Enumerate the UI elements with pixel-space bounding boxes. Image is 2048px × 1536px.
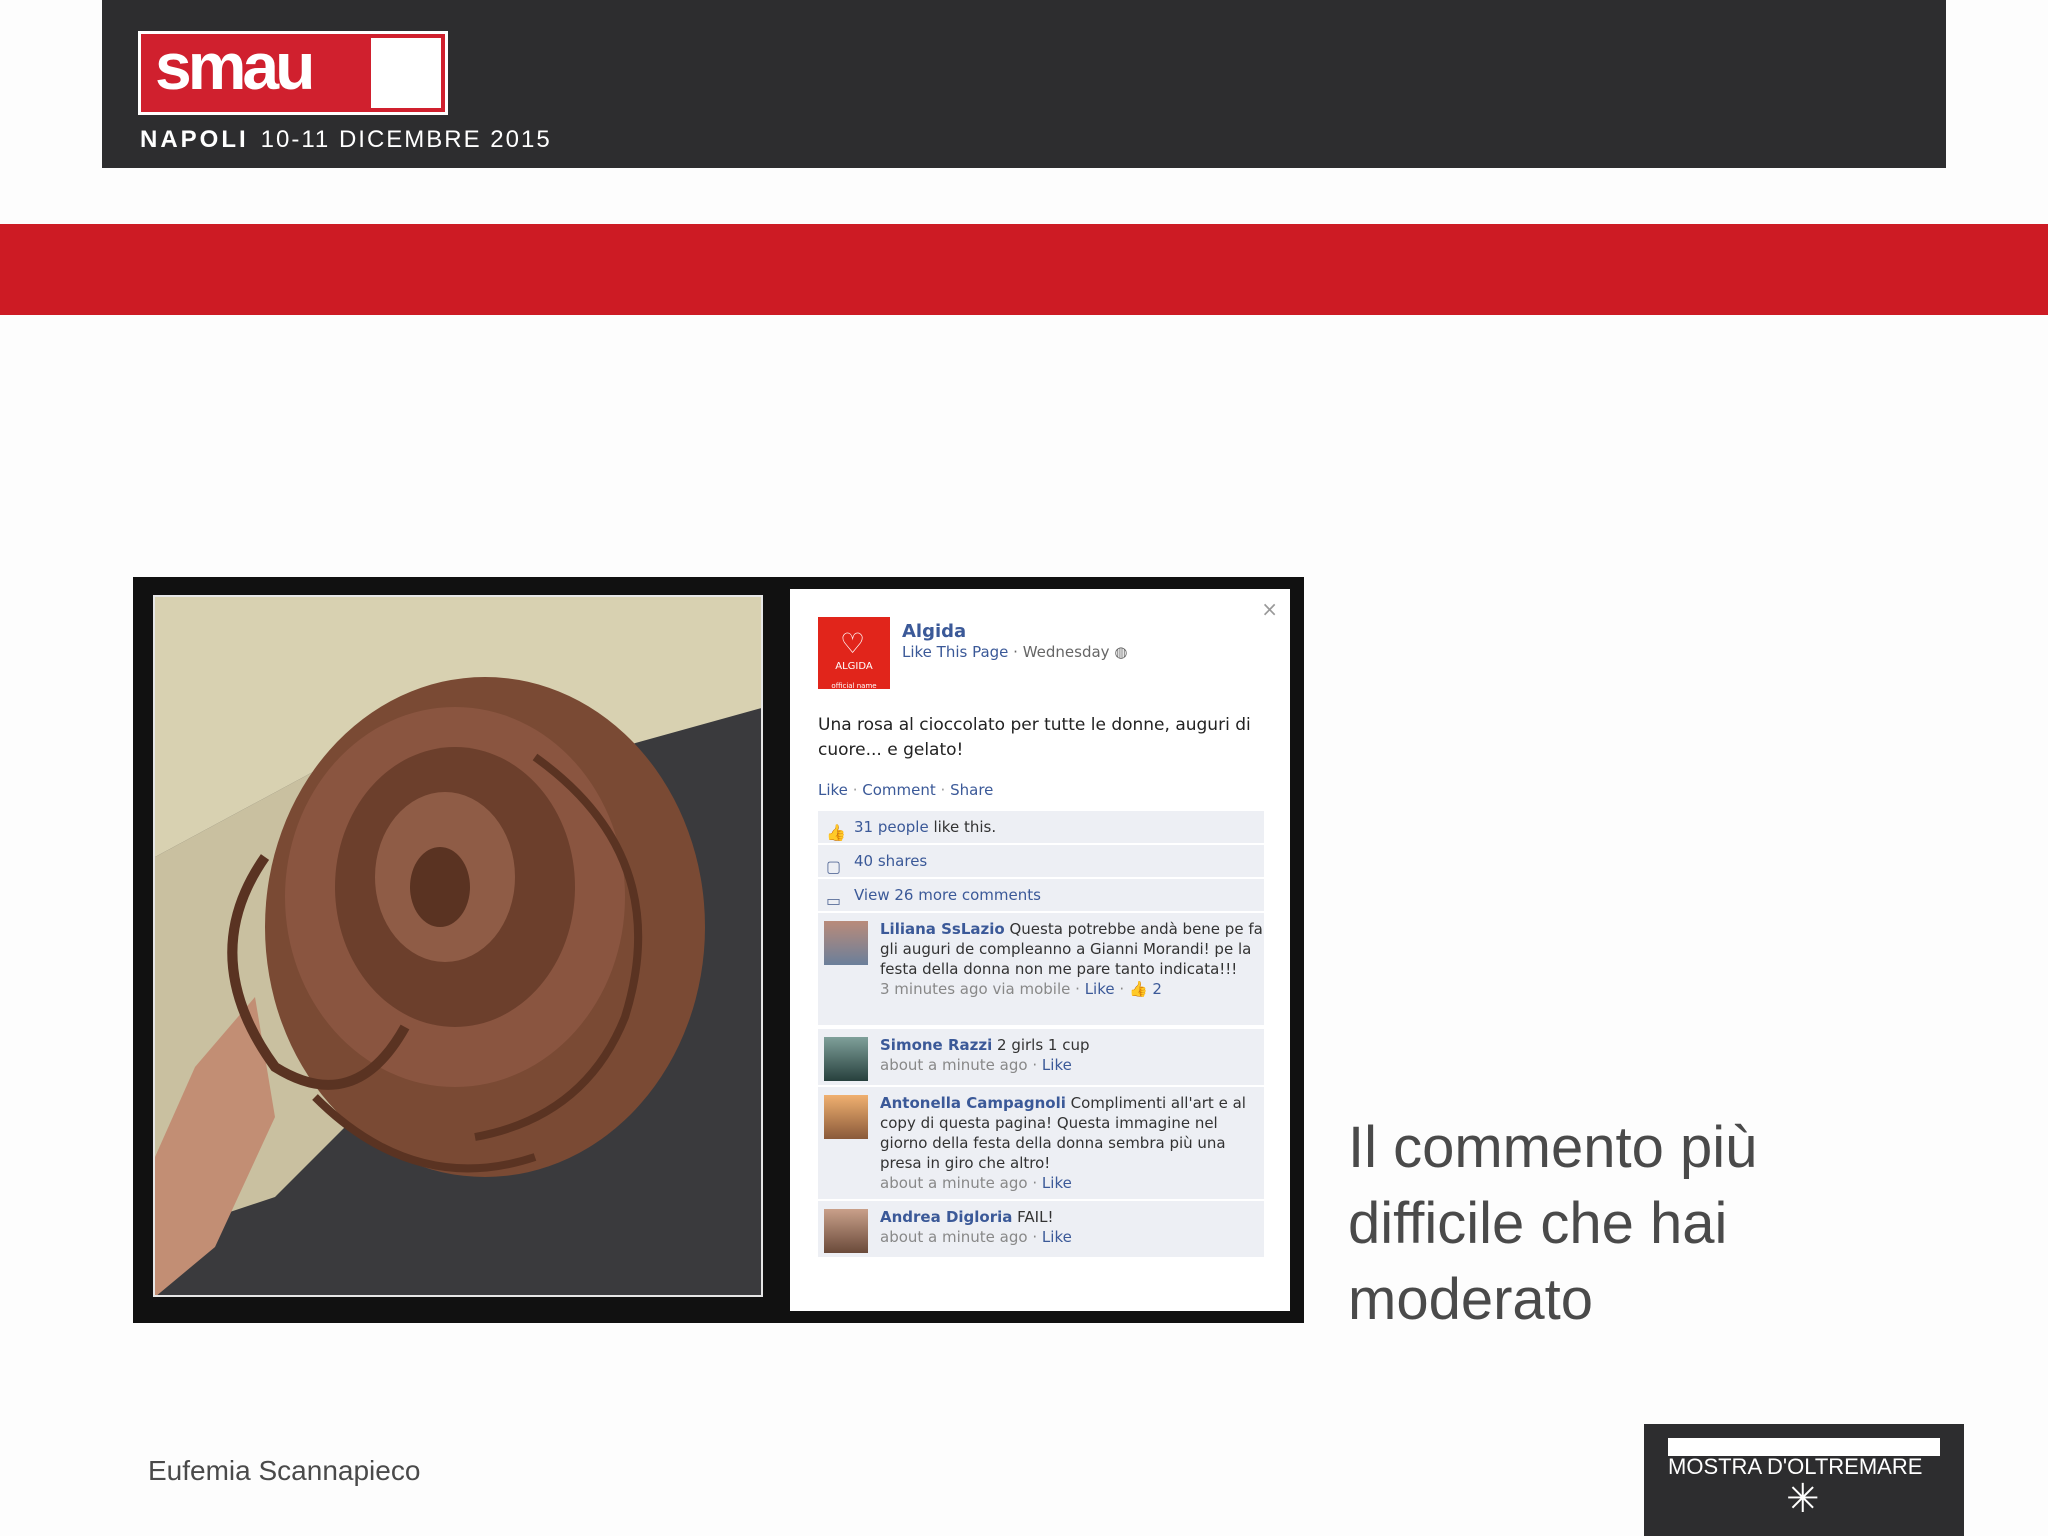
author-name: Eufemia Scannapieco: [148, 1455, 421, 1486]
comment-time: 3 minutes ago via mobile: [880, 980, 1071, 998]
separator: ·: [1075, 980, 1080, 998]
comment-like-link[interactable]: Like: [1042, 1056, 1072, 1074]
comment-time: about a minute ago: [880, 1174, 1028, 1192]
shares-link[interactable]: 40 shares: [854, 852, 927, 870]
post-day: · Wednesday: [1008, 643, 1110, 661]
event-subtitle: NAPOLI 10-11 DICEMBRE 2015: [140, 126, 552, 154]
globe-icon: ◍: [1114, 643, 1128, 661]
comment-like-link[interactable]: Like: [1085, 980, 1115, 998]
commenter-name[interactable]: Liliana SsLazio: [880, 920, 1005, 938]
comment-like-count[interactable]: 2: [1152, 980, 1162, 998]
like-link[interactable]: Like: [818, 781, 848, 799]
red-banner: [0, 224, 2048, 315]
compass-star-icon: ✳: [1786, 1477, 1820, 1521]
comment-time: about a minute ago: [880, 1228, 1028, 1246]
separator: ·: [852, 781, 858, 799]
like-page-link[interactable]: Like This Page: [902, 643, 1008, 661]
close-icon[interactable]: ×: [1261, 597, 1278, 621]
commenter-avatar[interactable]: [824, 921, 868, 965]
thumbs-up-icon: 👍: [1128, 980, 1148, 998]
facebook-post-panel: × ♡ ALGIDA official name Algida Like Thi…: [790, 589, 1290, 1311]
comment-link[interactable]: Comment: [862, 781, 936, 799]
view-comments-row[interactable]: ▭ View 26 more comments: [818, 879, 1264, 911]
event-header: smau NAPOLI 10-11 DICEMBRE 2015: [102, 0, 1946, 168]
mostra-logo: MOSTRA D'OLTREMARE ✳: [1644, 1424, 1964, 1536]
commenter-name[interactable]: Antonella Campagnoli: [880, 1094, 1066, 1112]
comment-text: FAIL!: [1012, 1208, 1054, 1226]
comment-meta: about a minute ago · Like: [880, 1227, 1264, 1247]
post-text: Una rosa al cioccolato per tutte le donn…: [818, 715, 1251, 760]
comment-text: 2 girls 1 cup: [992, 1036, 1090, 1054]
chocolate-rose-photo: [153, 595, 763, 1297]
separator: ·: [1119, 980, 1125, 998]
shares-row: ▢ 40 shares: [818, 845, 1264, 877]
separator: ·: [940, 781, 946, 799]
smau-logo: smau: [138, 29, 448, 115]
comment-like-link[interactable]: Like: [1042, 1228, 1072, 1246]
facebook-screenshot: × ♡ ALGIDA official name Algida Like Thi…: [133, 577, 1304, 1323]
post-meta: Like This Page · Wednesday ◍: [902, 643, 1127, 661]
chocolate-rose-illustration: [155, 597, 761, 1295]
page-name-link[interactable]: Algida: [902, 621, 966, 642]
comment-like-link[interactable]: Like: [1042, 1174, 1072, 1192]
likes-row: 👍 31 people like this.: [818, 811, 1264, 843]
logo-text: smau: [155, 29, 315, 103]
comment-meta: about a minute ago · Like: [880, 1173, 1264, 1193]
commenter-avatar[interactable]: [824, 1037, 868, 1081]
comment-item: Andrea Digloria FAIL! about a minute ago…: [818, 1201, 1264, 1257]
commenter-avatar[interactable]: [824, 1095, 868, 1139]
separator: ·: [1032, 1174, 1038, 1192]
event-city: NAPOLI: [140, 126, 249, 153]
comment-item: Liliana SsLazio Questa potrebbe andà ben…: [818, 913, 1264, 1025]
post-actions: Like · Comment · Share: [818, 781, 993, 799]
logo-square: [371, 38, 441, 108]
avatar-sublabel: official name: [831, 682, 877, 690]
comment-time: about a minute ago: [880, 1056, 1028, 1074]
event-dates: 10-11 DICEMBRE 2015: [260, 126, 552, 153]
view-more-comments-link[interactable]: View 26 more comments: [854, 886, 1041, 904]
separator: ·: [1032, 1228, 1038, 1246]
comment-item: Simone Razzi 2 girls 1 cup about a minut…: [818, 1029, 1264, 1085]
commenter-name[interactable]: Simone Razzi: [880, 1036, 992, 1054]
slide-caption: Il commento più difficile che hai modera…: [1348, 1115, 1758, 1332]
commenter-name[interactable]: Andrea Digloria: [880, 1208, 1012, 1226]
share-link[interactable]: Share: [950, 781, 993, 799]
likes-count-link[interactable]: 31 people: [854, 818, 929, 836]
comment-meta: about a minute ago · Like: [880, 1055, 1264, 1075]
comment-item: Antonella Campagnoli Complimenti all'art…: [818, 1087, 1264, 1199]
separator: ·: [1032, 1056, 1038, 1074]
heart-icon: ♡: [840, 627, 866, 660]
avatar-label: ALGIDA: [835, 661, 873, 672]
page-avatar[interactable]: ♡ ALGIDA official name: [818, 617, 890, 690]
comment-meta: 3 minutes ago via mobile · Like · 👍 2: [880, 979, 1264, 999]
commenter-avatar[interactable]: [824, 1209, 868, 1253]
likes-text: like this.: [928, 818, 997, 836]
